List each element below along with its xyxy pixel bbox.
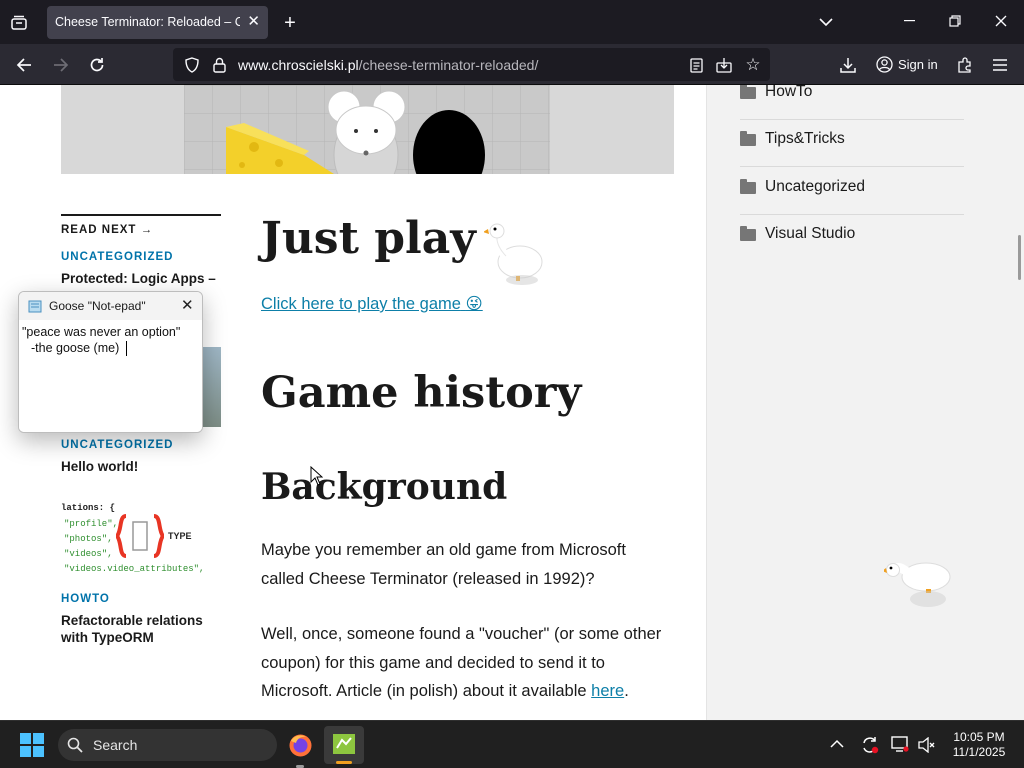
goose-app-icon — [333, 734, 355, 754]
read-next-section: READ NEXT → — [61, 214, 221, 236]
code-line-3: "photos", — [64, 534, 113, 544]
game-screenshot — [184, 85, 550, 174]
paragraph-2-end: . — [624, 682, 629, 700]
category-howto[interactable]: HowTo — [740, 85, 964, 120]
read-next-heading: READ NEXT → — [61, 224, 154, 236]
browser-tab-bar: Cheese Terminator: Reloaded – Chrosciels… — [0, 0, 1024, 44]
folder-icon — [740, 179, 756, 194]
post-category-1[interactable]: UNCATEGORIZED — [61, 251, 173, 263]
app-menu-icon[interactable] — [988, 54, 1012, 76]
sign-in-label: Sign in — [898, 57, 938, 72]
navigation-toolbar: www.chroscielski.pl/cheese-terminator-re… — [0, 44, 1024, 85]
save-to-pocket-icon[interactable] — [714, 55, 734, 75]
post-title-1[interactable]: Protected: Logic Apps – — [61, 270, 226, 287]
downloads-icon[interactable] — [836, 54, 860, 76]
code-line-1: lations: { — [61, 503, 116, 513]
play-game-label: Click here to play the game — [261, 295, 461, 313]
heading-just-play: Just play — [261, 213, 476, 264]
tracking-shield-icon[interactable] — [182, 55, 202, 75]
heading-background: Background — [261, 466, 508, 508]
typeorm-logo-text: TYPE — [168, 531, 192, 541]
category-uncategorized[interactable]: Uncategorized — [740, 167, 964, 215]
notepad-title-bar[interactable]: Goose "Not-epad" ✕ — [19, 292, 202, 320]
code-line-4: "videos", — [64, 549, 113, 559]
scrollbar-thumb[interactable] — [1018, 235, 1021, 280]
category-visual-studio[interactable]: Visual Studio — [740, 214, 964, 262]
forward-arrow-icon[interactable] — [49, 54, 73, 76]
typeorm-logo-icon — [116, 514, 164, 558]
tab-active[interactable]: Cheese Terminator: Reloaded – Chrosciels… — [47, 6, 268, 39]
desktop-goose-icon — [884, 562, 951, 607]
post-category-3[interactable]: HOWTO — [61, 593, 110, 605]
featured-image — [61, 85, 674, 174]
clock-date: 11/1/2025 — [952, 745, 1006, 759]
notepad-line-1: "peace was never an option" — [22, 325, 181, 339]
sign-in-button[interactable]: Sign in — [870, 50, 944, 79]
close-window-icon[interactable] — [989, 10, 1013, 32]
goose-running-indicator — [336, 761, 352, 764]
reader-view-icon[interactable] — [686, 55, 706, 75]
address-bar[interactable]: www.chroscielski.pl/cheese-terminator-re… — [173, 48, 770, 81]
paragraph-2: Well, once, someone found a "voucher" (o… — [261, 620, 673, 706]
category-label: Uncategorized — [765, 178, 865, 195]
winking-face-icon: 😜 — [465, 295, 483, 313]
folder-icon — [740, 131, 756, 146]
notepad-text-area[interactable]: "peace was never an option" -the goose (… — [19, 320, 202, 432]
notepad-line-2: -the goose (me) — [31, 341, 120, 355]
category-label: Visual Studio — [765, 225, 856, 242]
lock-icon[interactable] — [209, 55, 229, 75]
list-all-tabs-icon[interactable] — [815, 12, 837, 32]
category-label: HowTo — [765, 85, 813, 100]
desktop-goose-icon — [484, 223, 543, 285]
paragraph-1: Maybe you remember an old game from Micr… — [261, 541, 626, 588]
search-label: Search — [93, 737, 138, 753]
goose-app-button[interactable] — [324, 726, 364, 764]
notepad-title: Goose "Not-epad" — [49, 299, 146, 313]
text-caret — [126, 341, 127, 356]
bookmark-star-icon[interactable]: ☆ — [743, 55, 763, 75]
back-arrow-icon[interactable] — [12, 54, 36, 76]
windows-taskbar: Search 10:05 PM 11/1/2025 — [0, 720, 1024, 768]
sync-icon[interactable] — [860, 735, 880, 755]
account-icon — [876, 56, 893, 73]
mouse-cursor-icon — [310, 466, 323, 486]
url-domain: www.chroscielski.pl — [238, 57, 359, 73]
volume-muted-icon[interactable] — [918, 737, 935, 753]
firefox-icon[interactable] — [288, 733, 313, 758]
tab-title: Cheese Terminator: Reloaded – Chrosciels… — [55, 15, 240, 29]
post-category-2[interactable]: UNCATEGORIZED — [61, 439, 173, 451]
category-tips-tricks[interactable]: Tips&Tricks — [740, 119, 964, 167]
post-title-3[interactable]: Refactorable relations with TypeORM — [61, 612, 226, 646]
search-icon — [67, 737, 83, 753]
reload-icon[interactable] — [85, 54, 109, 76]
category-label: Tips&Tricks — [765, 130, 845, 147]
url-path: /cheese-terminator-reloaded/ — [358, 57, 539, 73]
url-text[interactable]: www.chroscielski.pl/cheese-terminator-re… — [238, 57, 538, 73]
taskbar-clock[interactable]: 10:05 PM 11/1/2025 — [944, 730, 1014, 760]
here-link[interactable]: here — [591, 682, 624, 700]
tab-overview-icon[interactable] — [8, 12, 30, 32]
notepad-app-icon — [28, 300, 42, 313]
extensions-puzzle-icon[interactable] — [953, 54, 977, 76]
network-monitor-icon[interactable] — [891, 736, 909, 753]
sidebar: HowTo Tips&Tricks Uncategorized Visual S… — [706, 85, 1024, 720]
notepad-close-icon[interactable]: ✕ — [181, 296, 194, 314]
clock-time: 10:05 PM — [953, 730, 1005, 744]
code-line-5: "videos.video_attributes", — [64, 564, 205, 574]
heading-game-history: Game history — [261, 368, 582, 418]
taskbar-search[interactable]: Search — [58, 729, 277, 761]
minimize-icon[interactable] — [897, 10, 921, 32]
post-thumbnail-3[interactable]: lations: { "profile", "photos", "videos"… — [61, 500, 221, 580]
folder-icon — [740, 85, 756, 99]
new-tab-icon[interactable]: + — [279, 12, 301, 34]
folder-icon — [740, 226, 756, 241]
code-line-2: "profile", — [64, 519, 119, 529]
play-game-link[interactable]: Click here to play the game 😜 — [261, 294, 483, 314]
goose-notepad-window[interactable]: Goose "Not-epad" ✕ "peace was never an o… — [18, 291, 203, 433]
post-title-2[interactable]: Hello world! — [61, 458, 221, 475]
windows-start-icon[interactable] — [20, 733, 44, 757]
tab-close-icon[interactable]: ✕ — [247, 12, 260, 30]
show-hidden-icons-chevron-icon[interactable] — [830, 739, 844, 749]
restore-icon[interactable] — [943, 10, 967, 32]
